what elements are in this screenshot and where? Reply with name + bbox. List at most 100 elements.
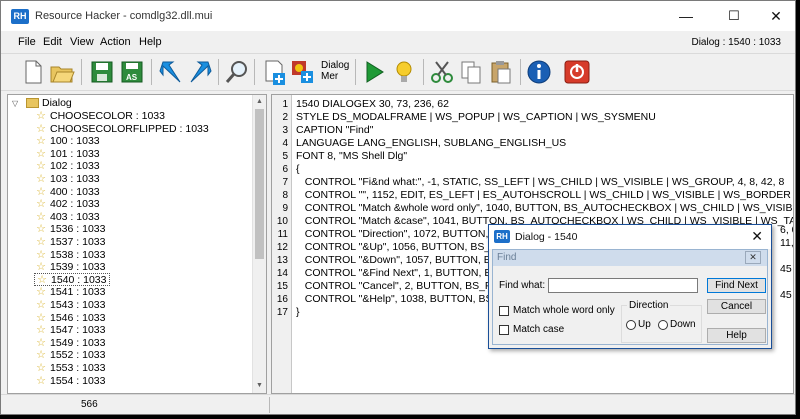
- tree-item-label: 1540 : 1033: [51, 273, 107, 286]
- close-button[interactable]: ✕: [755, 1, 795, 31]
- compile-run-icon[interactable]: [359, 58, 389, 86]
- preview-title-bar[interactable]: RH Dialog - 1540 ✕: [489, 225, 771, 249]
- window-title: Resource Hacker - comdlg32.dll.mui: [35, 10, 213, 22]
- new-file-icon[interactable]: [18, 58, 48, 86]
- star-icon: ☆: [36, 160, 46, 173]
- lightbulb-icon[interactable]: [389, 58, 419, 86]
- star-icon: ☆: [36, 349, 46, 362]
- tree-item[interactable]: ☆ 1546 : 1033: [34, 312, 105, 325]
- menu-view[interactable]: View: [70, 36, 94, 48]
- back-arrow-icon[interactable]: [156, 58, 186, 86]
- code-fragment: 45: [780, 289, 792, 301]
- code-line: FONT 8, "MS Shell Dlg": [296, 150, 408, 162]
- tree-item[interactable]: ☆ 1553 : 1033: [34, 362, 105, 375]
- info-icon[interactable]: [524, 58, 554, 86]
- code-line: CONTROL "", 1152, EDIT, ES_LEFT | ES_AUT…: [296, 189, 794, 201]
- dialog-merger-label[interactable]: Dialog Mer: [321, 60, 349, 82]
- dialog-preview-window[interactable]: RH Dialog - 1540 ✕ Find ✕ Find what: Fin…: [488, 224, 772, 349]
- tree-item-label: 1553 : 1033: [50, 362, 106, 374]
- tree-item-label: 1546 : 1033: [50, 311, 106, 324]
- tree-item-label: 103 : 1033: [50, 173, 100, 185]
- tree-item-label: 1536 : 1033: [50, 223, 106, 236]
- down-radio[interactable]: [658, 320, 668, 330]
- tree-item[interactable]: ☆ 1549 : 1033: [34, 337, 105, 350]
- star-icon: ☆: [36, 122, 46, 135]
- resource-tree[interactable]: ▽ Dialog ☆ CHOOSECOLOR : 1033 ☆ CHOOSECOLOR…: [7, 94, 267, 394]
- tree-item-label: 1547 : 1033: [50, 324, 106, 337]
- toolbar-separator: [355, 59, 356, 85]
- title-bar[interactable]: RH Resource Hacker - comdlg32.dll.mui — …: [1, 1, 795, 31]
- find-close-button[interactable]: ✕: [745, 251, 761, 264]
- tree-item-label: 400 : 1033: [50, 185, 100, 198]
- save-as-icon[interactable]: AS: [117, 58, 147, 86]
- line-number: 15: [276, 281, 288, 292]
- cut-icon[interactable]: [427, 58, 457, 86]
- tree-item[interactable]: ☆ 102 : 1033: [34, 160, 100, 173]
- tree-item[interactable]: ☆ 1540 : 1033: [34, 272, 111, 286]
- star-icon: ☆: [36, 135, 46, 148]
- tree-item[interactable]: ☆ 1541 : 1033: [34, 286, 105, 299]
- match-case-checkbox[interactable]: [499, 325, 509, 335]
- tree-expander[interactable]: ▽: [12, 97, 22, 110]
- tree-item[interactable]: ☆ 103 : 1033: [34, 173, 100, 186]
- tree-item-label: 1538 : 1033: [50, 248, 106, 261]
- minimize-button[interactable]: —: [665, 1, 707, 31]
- tree-item-label: 101 : 1033: [50, 147, 100, 160]
- tree-item[interactable]: ☆ 400 : 1033: [34, 186, 100, 199]
- copy-icon[interactable]: [456, 58, 486, 86]
- tree-item[interactable]: ☆ CHOOSECOLOR : 1033: [34, 110, 165, 123]
- scroll-up-arrow[interactable]: ▲: [253, 95, 266, 109]
- tree-root[interactable]: Dialog: [26, 97, 72, 110]
- tree-item[interactable]: ☆ 1538 : 1033: [34, 249, 105, 262]
- search-icon[interactable]: [222, 58, 252, 86]
- tree-item[interactable]: ☆ 1536 : 1033: [34, 223, 105, 236]
- scroll-down-arrow[interactable]: ▼: [253, 379, 266, 393]
- find-title-bar[interactable]: Find ✕: [493, 250, 767, 266]
- line-number-gutter: 1 2 3 4 5 6 7 8 9 10 11 12 13 14 15 16 17: [272, 95, 292, 393]
- add-resource-icon[interactable]: [259, 58, 289, 86]
- tree-scrollbar[interactable]: ▲ ▼: [252, 95, 266, 393]
- tree-item[interactable]: ☆ 101 : 1033: [34, 148, 100, 161]
- menu-action[interactable]: Action: [100, 36, 131, 48]
- up-radio[interactable]: [626, 320, 636, 330]
- maximize-button[interactable]: ☐: [713, 1, 755, 31]
- code-line: {: [296, 163, 300, 175]
- code-fragment: 11,: [780, 237, 794, 249]
- open-folder-icon[interactable]: [47, 58, 77, 86]
- dialog-merger-icon[interactable]: [289, 58, 319, 86]
- exit-icon[interactable]: [562, 58, 592, 86]
- tree-item[interactable]: ☆ 402 : 1033: [34, 198, 100, 211]
- tree-item[interactable]: ☆ 1543 : 1033: [34, 299, 105, 312]
- line-number: 2: [282, 112, 288, 123]
- star-icon: ☆: [37, 273, 47, 286]
- find-what-label: Find what:: [499, 280, 546, 291]
- tree-scroll-thumb[interactable]: [255, 109, 264, 259]
- up-label: Up: [638, 319, 651, 330]
- direction-group: Direction Up Down: [621, 300, 702, 343]
- match-whole-word-checkbox[interactable]: [499, 306, 509, 316]
- help-button[interactable]: Help: [707, 328, 766, 343]
- forward-arrow-icon[interactable]: [185, 58, 215, 86]
- menu-edit[interactable]: Edit: [43, 36, 62, 48]
- tree-item[interactable]: ☆ 1547 : 1033: [34, 324, 105, 337]
- paste-icon[interactable]: [486, 58, 516, 86]
- find-next-button[interactable]: Find Next: [707, 278, 766, 293]
- find-what-input[interactable]: [548, 278, 698, 293]
- tree-item[interactable]: ☆ 403 : 1033: [34, 211, 100, 224]
- save-icon[interactable]: [87, 58, 117, 86]
- star-icon: ☆: [36, 336, 46, 349]
- tree-item[interactable]: ☆ CHOOSECOLORFLIPPED : 1033: [34, 123, 209, 136]
- tree-item[interactable]: ☆ 1537 : 1033: [34, 236, 105, 249]
- tree-item[interactable]: ☆ 1554 : 1033: [34, 375, 105, 388]
- menu-help[interactable]: Help: [139, 36, 162, 48]
- tree-item[interactable]: ☆ 1552 : 1033: [34, 349, 105, 362]
- tree-item-label: 1541 : 1033: [50, 286, 106, 299]
- line-number: 5: [282, 151, 288, 162]
- resource-id-label: Dialog : 1540 : 1033: [691, 37, 781, 48]
- cancel-button[interactable]: Cancel: [707, 299, 766, 314]
- tree-item[interactable]: ☆ 100 : 1033: [34, 135, 100, 148]
- tree-item-label: 402 : 1033: [50, 198, 100, 211]
- line-number: 10: [276, 216, 288, 227]
- preview-close-button[interactable]: ✕: [751, 228, 763, 245]
- menu-file[interactable]: File: [18, 36, 36, 48]
